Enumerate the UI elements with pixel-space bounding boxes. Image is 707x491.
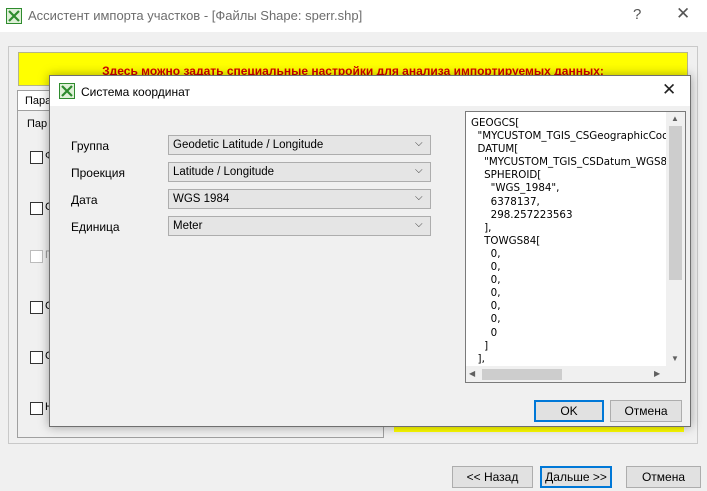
help-button[interactable]: ? — [633, 6, 641, 23]
group-select-value: Geodetic Latitude / Longitude — [173, 139, 324, 151]
group-select[interactable]: Geodetic Latitude / Longitude ⌵ — [168, 135, 431, 155]
option-checkbox-3[interactable] — [30, 250, 43, 263]
next-button[interactable]: Дальше >> — [540, 466, 612, 488]
dialog-title: Система координат — [81, 85, 191, 99]
scrollbar-corner — [666, 366, 685, 382]
wizard-close-button[interactable]: ✕ — [676, 4, 690, 24]
vertical-scroll-thumb[interactable] — [669, 126, 682, 280]
scroll-down-icon[interactable]: ▼ — [671, 354, 679, 363]
datum-select-value: WGS 1984 — [173, 193, 230, 205]
chevron-down-icon: ⌵ — [415, 138, 423, 149]
option-checkbox-4[interactable] — [30, 301, 43, 314]
horizontal-scroll-thumb[interactable] — [482, 369, 562, 380]
wizard-cancel-button[interactable]: Отмена — [626, 466, 701, 488]
option-checkbox-6[interactable] — [30, 402, 43, 415]
chevron-down-icon: ⌵ — [415, 219, 423, 230]
projection-label: Проекция — [71, 166, 125, 180]
group-label: Группа — [71, 139, 110, 153]
option-checkbox-2[interactable] — [30, 202, 43, 215]
chevron-down-icon: ⌵ — [415, 192, 423, 203]
tab-parameters-label: Пара — [25, 95, 52, 107]
option-checkbox-5[interactable] — [30, 351, 43, 364]
option-checkbox-1[interactable] — [30, 151, 43, 164]
unit-select[interactable]: Meter ⌵ — [168, 216, 431, 236]
app-logo-icon — [6, 8, 22, 24]
dialog-close-button[interactable]: ✕ — [662, 80, 676, 100]
dialog-logo-icon — [59, 83, 75, 99]
parameters-group-label: Пар — [27, 118, 48, 130]
wkt-textarea[interactable]: GEOGCS[ "MYCUSTOM_TGIS_CSGeographicCoo D… — [465, 111, 686, 383]
dialog-cancel-button[interactable]: Отмена — [610, 400, 682, 422]
projection-select[interactable]: Latitude / Longitude ⌵ — [168, 162, 431, 182]
scroll-right-icon[interactable]: ▶ — [654, 369, 660, 378]
back-button[interactable]: << Назад — [452, 466, 533, 488]
unit-select-value: Meter — [173, 220, 203, 232]
datum-select[interactable]: WGS 1984 ⌵ — [168, 189, 431, 209]
unit-label: Единица — [71, 220, 120, 234]
scroll-up-icon[interactable]: ▲ — [671, 114, 679, 123]
projection-select-value: Latitude / Longitude — [173, 166, 275, 178]
scroll-left-icon[interactable]: ◀ — [469, 369, 475, 378]
wizard-title: Ассистент импорта участков - [Файлы Shap… — [28, 8, 363, 23]
coordinate-system-dialog: Система координат ✕ Группа Geodetic Lati… — [49, 75, 691, 427]
datum-label: Дата — [71, 193, 98, 207]
wkt-text: GEOGCS[ "MYCUSTOM_TGIS_CSGeographicCoo D… — [471, 117, 669, 378]
chevron-down-icon: ⌵ — [415, 165, 423, 176]
ok-button[interactable]: OK — [534, 400, 604, 422]
